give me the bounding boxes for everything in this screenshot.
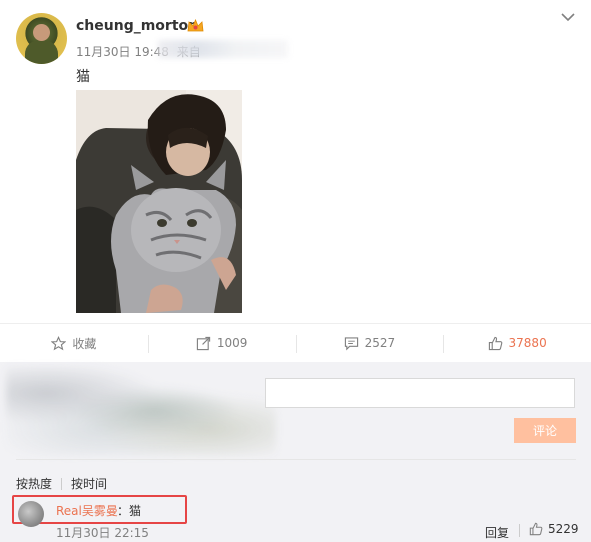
submit-comment-button[interactable]: 评论 — [514, 418, 576, 443]
comment-author[interactable]: Real吴雾曼 — [56, 502, 118, 519]
comment-like-count: 5229 — [548, 522, 579, 536]
blurred-current-user — [6, 366, 276, 456]
star-icon — [51, 335, 67, 350]
comment-icon — [344, 336, 358, 350]
divider — [16, 459, 576, 460]
thumbs-up-icon — [529, 522, 543, 536]
comment-like-button[interactable]: 5229 — [529, 522, 579, 536]
repost-button[interactable]: 1009 — [147, 324, 296, 362]
repost-count: 1009 — [216, 336, 248, 350]
blurred-source — [158, 40, 288, 58]
post-photo[interactable] — [76, 90, 242, 313]
comment-button[interactable]: 2527 — [295, 324, 444, 362]
reply-button[interactable]: 回复 — [485, 524, 509, 541]
comment-time: 11月30日 22:15 — [56, 526, 149, 540]
like-count: 37880 — [508, 336, 547, 350]
favorite-label: 收藏 — [72, 336, 97, 351]
comment-count: 2527 — [364, 336, 396, 350]
commenter-avatar[interactable] — [18, 501, 44, 527]
sort-by-time[interactable]: 按时间 — [71, 475, 107, 492]
author-avatar[interactable] — [16, 13, 67, 64]
author-username[interactable]: cheung_morton — [76, 18, 198, 34]
vip-crown-icon[interactable] — [187, 19, 204, 33]
thumbs-up-icon — [488, 336, 502, 350]
weibo-post: cheung_morton 11月30日 19:48 来自 猫 — [0, 0, 591, 323]
comment-input[interactable] — [265, 378, 575, 408]
comment-action-separator — [519, 524, 520, 537]
repost-icon — [196, 336, 210, 350]
post-action-bar: 收藏 1009 2527 37880 — [0, 323, 591, 362]
like-button[interactable]: 37880 — [443, 324, 591, 362]
sort-separator — [61, 477, 63, 490]
post-time[interactable]: 11月30日 19:48 — [76, 45, 169, 59]
chevron-down-icon[interactable] — [561, 12, 575, 22]
sort-by-hot[interactable]: 按热度 — [16, 475, 52, 492]
comment-sort: 按热度 按时间 — [16, 475, 107, 492]
favorite-button[interactable]: 收藏 — [0, 324, 148, 362]
comment-text: ：猫 — [117, 504, 142, 518]
post-text: 猫 — [76, 69, 90, 85]
